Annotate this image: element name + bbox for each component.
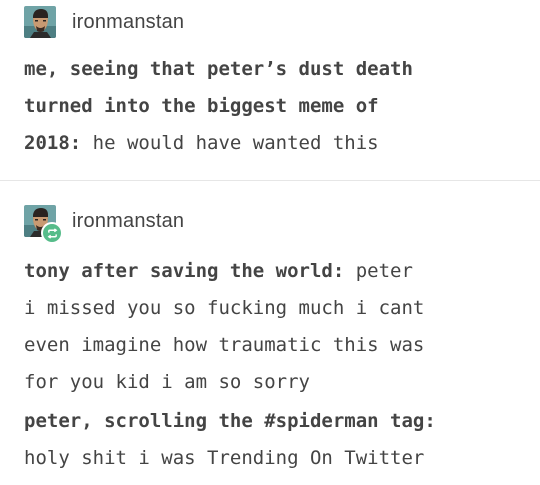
post-line-bold: tony after saving the world: (24, 260, 345, 282)
post-line-bold: peter, scrolling the #spiderman tag: (24, 410, 436, 432)
post-original: ironmanstan me, seeing that peter’s dust… (0, 0, 540, 180)
post-line: for you kid i am so sorry (24, 364, 524, 401)
reblog-icon (41, 222, 63, 244)
post-line: holy shit i was Trending On Twitter (24, 440, 524, 477)
post-line-text: for you kid i am so sorry (24, 371, 310, 393)
post-line: tony after saving the world: peter (24, 253, 524, 290)
post-line: me, seeing that peter’s dust death (24, 51, 524, 88)
avatar-icon (24, 6, 56, 38)
post-line: peter, scrolling the #spiderman tag: (24, 403, 524, 440)
avatar[interactable] (24, 205, 63, 244)
post-body: tony after saving the world: peter i mis… (24, 253, 524, 401)
post-line-bold: turned into the biggest meme of (24, 95, 379, 117)
post-line: 2018: he would have wanted this (24, 125, 524, 162)
post-body: me, seeing that peter’s dust death turne… (24, 51, 524, 162)
post-username[interactable]: ironmanstan (72, 11, 184, 34)
post-body: peter, scrolling the #spiderman tag: hol… (24, 403, 524, 477)
post-header: ironmanstan (24, 205, 184, 244)
post-line-bold: 2018: (24, 132, 82, 154)
post-line-text: peter (344, 260, 413, 282)
post-reblog: ironmanstan tony after saving the world:… (0, 181, 540, 485)
post-line: even imagine how traumatic this was (24, 327, 524, 364)
post-header: ironmanstan (24, 6, 184, 38)
post-line-text: i missed you so fucking much i cant (24, 297, 425, 319)
post-line: i missed you so fucking much i cant (24, 290, 524, 327)
post-line-text: holy shit i was Trending On Twitter (24, 447, 425, 469)
post-line: turned into the biggest meme of (24, 88, 524, 125)
post-line-bold: me, seeing that peter’s dust death (24, 58, 413, 80)
avatar[interactable] (24, 6, 56, 38)
post-line-text: even imagine how traumatic this was (24, 334, 425, 356)
post-line-text: he would have wanted this (81, 132, 379, 154)
post-username[interactable]: ironmanstan (72, 210, 184, 233)
